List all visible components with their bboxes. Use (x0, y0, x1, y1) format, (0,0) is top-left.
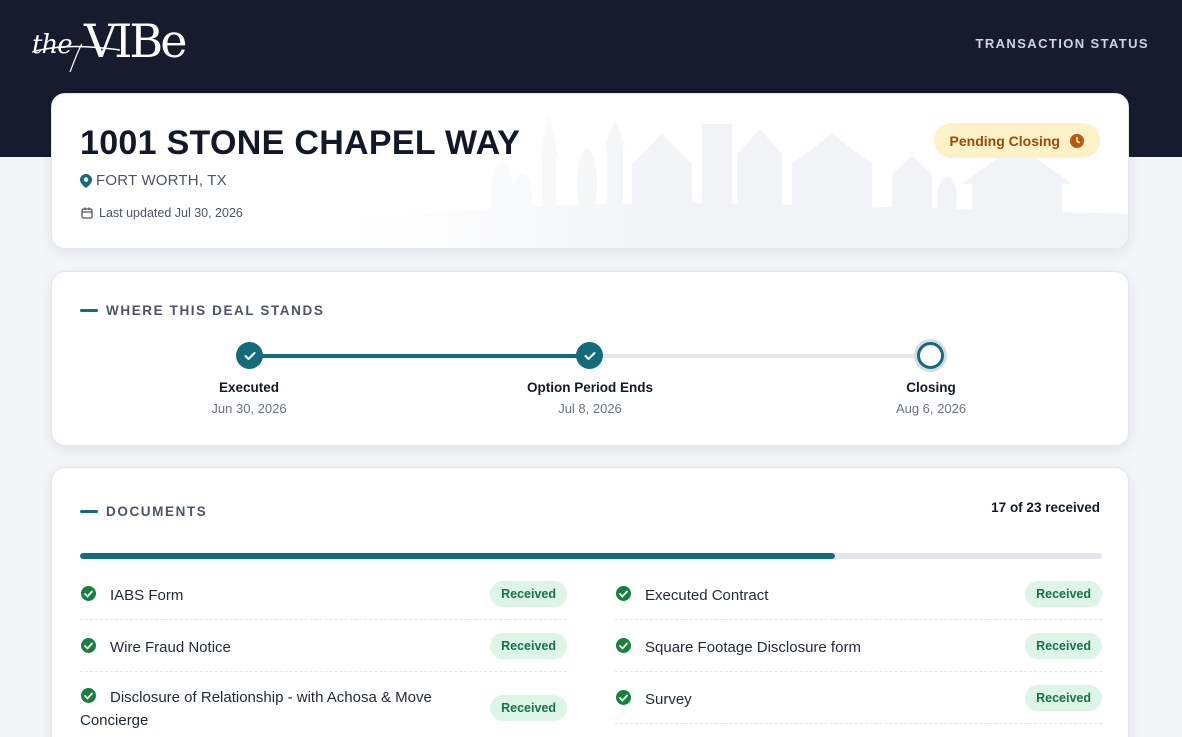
checkmark-icon (584, 351, 595, 360)
timeline-step-label: Option Period Ends (526, 380, 653, 395)
status-badge-label: Pending Closing (949, 132, 1060, 149)
document-name: Disclosure of Relationship - with Achosa… (80, 689, 432, 729)
document-row[interactable]: Square Footage Disclosure form Received (615, 633, 1102, 672)
timeline-step-label: Executed (218, 380, 280, 395)
document-row[interactable]: Survey Received (615, 685, 1102, 724)
document-status-pill: Received (490, 581, 567, 607)
document-row[interactable]: Wire Fraud Notice Received (80, 633, 567, 672)
document-row[interactable]: IABS Form Received (80, 581, 567, 620)
property-location: FORT WORTH, TX (80, 172, 227, 189)
timeline-step-closing-marker (917, 342, 944, 369)
timeline-step-option-marker (576, 342, 603, 369)
clock-icon (1070, 133, 1084, 148)
document-status-pill: Received (1025, 685, 1102, 711)
documents-card: DOCUMENTS 17 of 23 received IABS Form Re… (51, 467, 1129, 737)
transaction-status-link[interactable]: TRANSACTION STATUS (976, 36, 1150, 51)
document-status-pill: Received (1025, 581, 1102, 607)
property-hero-card: 1001 STONE CHAPEL WAY FORT WORTH, TX Las… (51, 93, 1129, 249)
check-circle-icon (616, 638, 631, 653)
document-row[interactable]: Executed Contract Received (615, 581, 1102, 620)
location-text: FORT WORTH, TX (96, 172, 227, 189)
checkmark-icon (244, 351, 255, 360)
timeline-step-date: Aug 6, 2026 (895, 401, 967, 416)
timeline-track-complete (250, 354, 590, 358)
last-updated-text: Last updated Jul 30, 2026 (99, 206, 243, 220)
document-name: Survey (645, 691, 692, 708)
timeline-track-pending (590, 354, 930, 358)
document-name: Wire Fraud Notice (110, 639, 231, 656)
calendar-icon (81, 207, 93, 219)
map-pin-icon (80, 173, 92, 188)
last-updated: Last updated Jul 30, 2026 (81, 206, 243, 220)
document-row[interactable]: Disclosure of Relationship - with Achosa… (80, 688, 567, 737)
document-status-pill: Received (490, 695, 567, 721)
document-name: Square Footage Disclosure form (645, 639, 861, 656)
documents-progress-bar (80, 553, 1102, 559)
document-status-pill: Received (490, 633, 567, 659)
timeline-step-label: Closing (906, 380, 956, 395)
check-circle-icon (81, 638, 96, 653)
timeline-step-executed-marker (236, 342, 263, 369)
documents-count: 17 of 23 received (991, 500, 1100, 515)
document-name: IABS Form (110, 587, 184, 604)
documents-heading: DOCUMENTS (80, 504, 207, 519)
deal-timeline-card: WHERE THIS DEAL STANDS Executed Jun 30, … (51, 271, 1129, 446)
document-status-pill: Received (1025, 633, 1102, 659)
brand-logo[interactable]: the VIBe (30, 14, 190, 72)
timeline-step-date: Jun 30, 2026 (211, 401, 287, 416)
check-circle-icon (616, 690, 631, 705)
check-circle-icon (616, 586, 631, 601)
documents-progress-fill (80, 553, 836, 559)
timeline-heading: WHERE THIS DEAL STANDS (80, 303, 324, 318)
status-badge: Pending Closing (933, 123, 1100, 158)
property-address: 1001 STONE CHAPEL WAY (80, 124, 521, 162)
check-circle-icon (81, 586, 96, 601)
timeline-step-date: Jul 8, 2026 (558, 401, 622, 416)
document-name: Executed Contract (645, 587, 769, 604)
